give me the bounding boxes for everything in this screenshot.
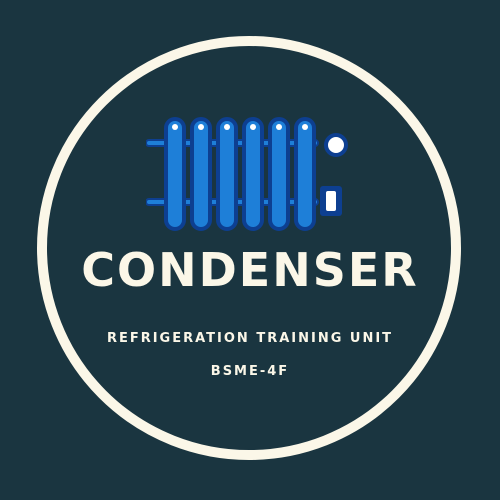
logo-subtitle: REFRIGERATION TRAINING UNIT <box>106 331 394 346</box>
logo-canvas: CONDENSER REFRIGERATION TRAINING UNIT BS… <box>0 0 500 500</box>
radiator-icon <box>145 113 356 235</box>
logo-code: BSME-4F <box>210 364 290 379</box>
logo-title: CONDENSER <box>81 243 419 297</box>
